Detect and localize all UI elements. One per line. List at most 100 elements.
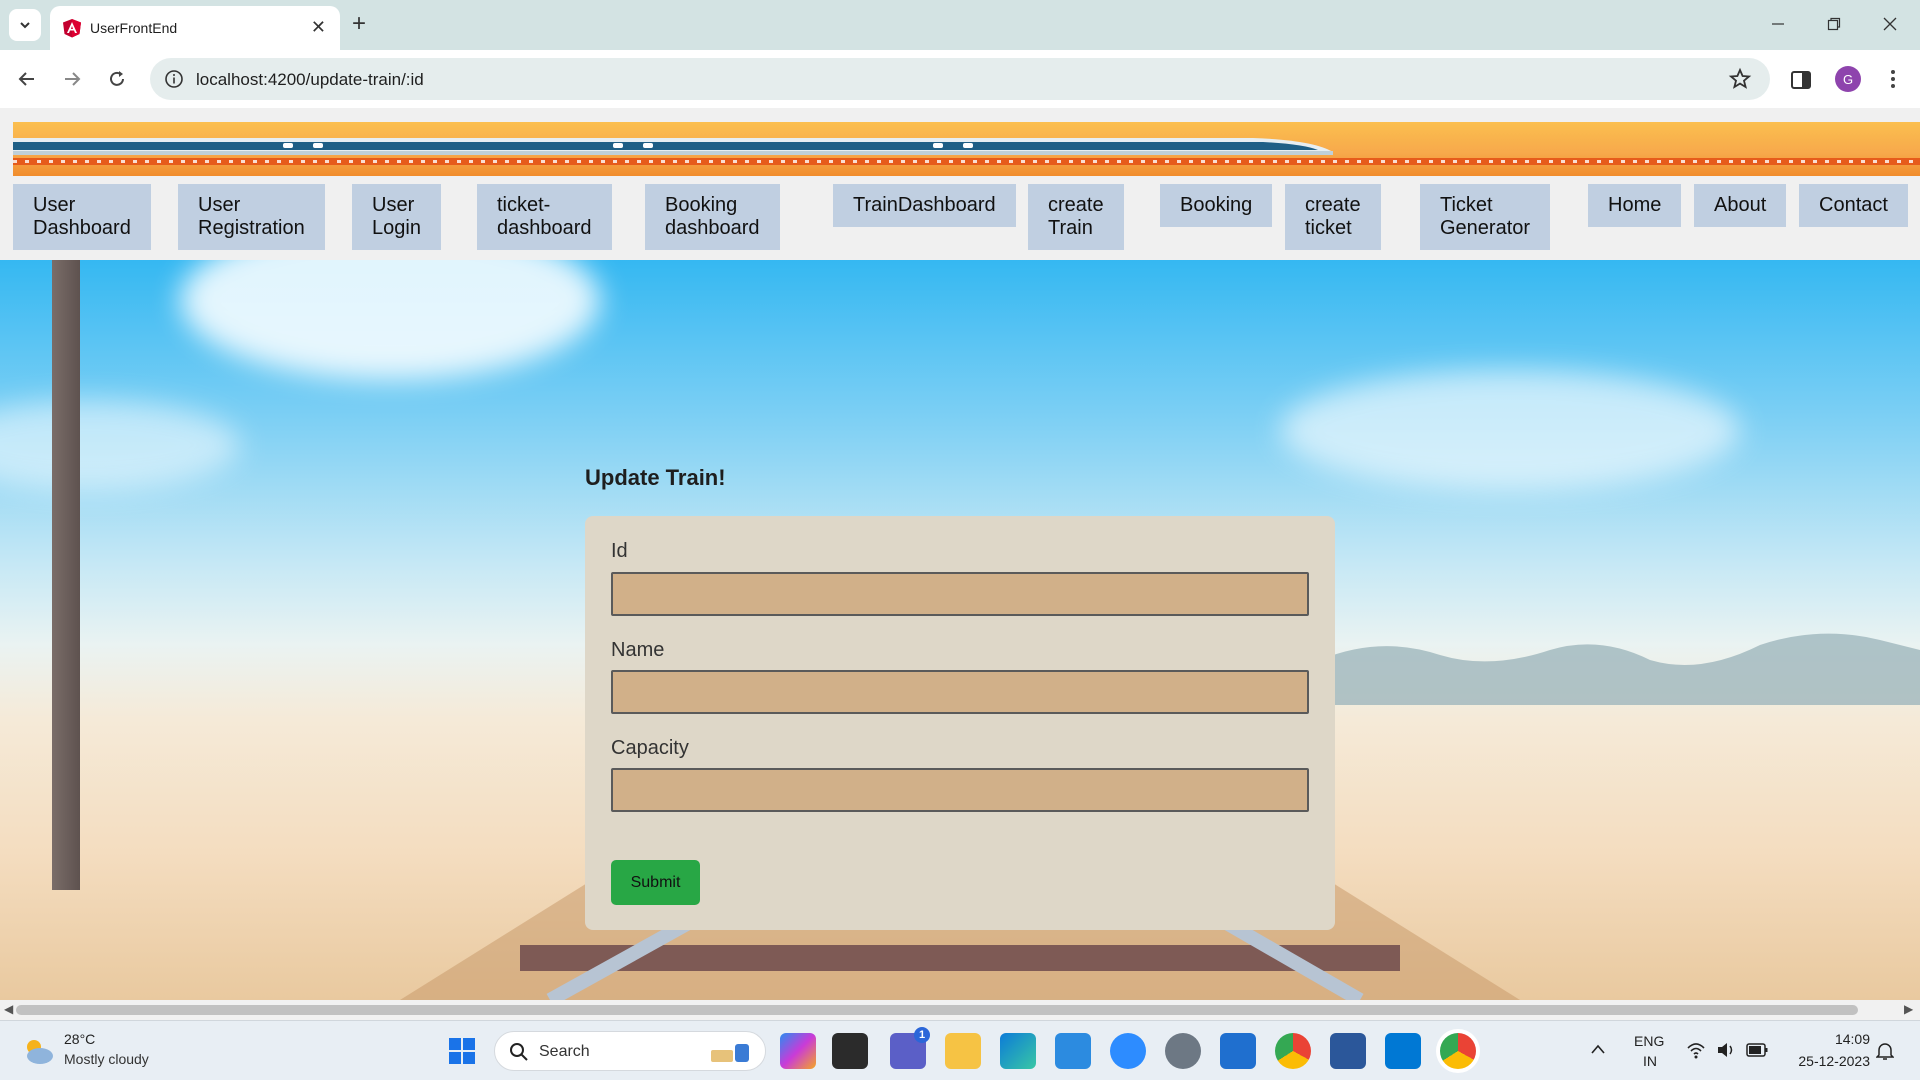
url-text[interactable]: localhost:4200/update-train/:id (196, 70, 424, 90)
weather-description[interactable]: Mostly cloudy (64, 1051, 149, 1067)
task-view-icon[interactable] (832, 1033, 868, 1069)
settings-gear-icon[interactable] (1165, 1033, 1201, 1069)
clock-time[interactable]: 14:09 (1810, 1031, 1870, 1047)
nav-booking-dashboard[interactable]: Booking dashboard (645, 184, 780, 250)
minimize-icon (1772, 23, 1784, 25)
name-input[interactable] (611, 670, 1309, 714)
nav-label: User Dashboard (33, 194, 131, 239)
tab-title: UserFrontEnd (90, 20, 178, 36)
close-icon (1883, 17, 1897, 31)
nav-label: TrainDashboard (853, 194, 996, 216)
nav-train-dashboard[interactable]: TrainDashboard (833, 184, 1016, 227)
main-navbar: User Dashboard User Registration User Lo… (0, 176, 1920, 270)
nav-contact[interactable]: Contact (1799, 184, 1908, 227)
close-window-button[interactable] (1870, 10, 1910, 38)
nav-booking[interactable]: Booking (1160, 184, 1273, 227)
browser-tab[interactable]: UserFrontEnd ✕ (50, 6, 340, 50)
back-button[interactable] (12, 64, 42, 94)
horizontal-scrollbar[interactable]: ◀ ▶ (0, 1000, 1920, 1020)
nav-label: Booking dashboard (665, 194, 760, 239)
search-highlight-icon (711, 1044, 749, 1062)
teams-badge: 1 (914, 1027, 930, 1043)
scrollbar-thumb[interactable] (16, 1005, 1858, 1015)
reload-icon (110, 71, 124, 86)
side-panel-icon[interactable] (1789, 68, 1813, 92)
nav-user-dashboard[interactable]: User Dashboard (13, 184, 151, 250)
close-tab-icon[interactable]: ✕ (311, 17, 326, 37)
battery-icon[interactable] (1746, 1043, 1768, 1057)
language-region[interactable]: IN (1643, 1053, 1657, 1069)
browser-tab-strip: UserFrontEnd ✕ + (0, 0, 1920, 50)
chrome-profile-icon[interactable] (1440, 1033, 1476, 1069)
capacity-label: Capacity (611, 737, 689, 759)
nav-label: User Login (372, 194, 421, 239)
myhp-icon[interactable] (1055, 1033, 1091, 1069)
id-input[interactable] (611, 572, 1309, 616)
id-label: Id (611, 540, 628, 562)
submit-button[interactable]: Submit (611, 860, 700, 905)
arrow-left-icon (18, 72, 34, 86)
windows-start-icon[interactable] (444, 1033, 480, 1069)
chevron-up-icon[interactable] (1590, 1043, 1606, 1055)
minimize-button[interactable] (1758, 10, 1798, 38)
zoom-icon[interactable] (1110, 1033, 1146, 1069)
new-tab-button[interactable]: + (352, 10, 366, 38)
nav-ticket-dashboard[interactable]: ticket- dashboard (477, 184, 612, 250)
wifi-icon[interactable] (1686, 1041, 1706, 1059)
weather-temperature[interactable]: 28°C (64, 1031, 95, 1047)
nav-create-ticket[interactable]: create ticket (1285, 184, 1381, 250)
language-indicator[interactable]: ENG (1634, 1033, 1664, 1049)
word-icon[interactable] (1330, 1033, 1366, 1069)
pole-image (52, 260, 80, 890)
nav-label: create Train (1048, 194, 1104, 239)
tab-search-button[interactable] (9, 9, 41, 41)
nav-label: create ticket (1305, 194, 1361, 239)
mountains-image (1320, 633, 1920, 705)
nav-label: Home (1608, 194, 1662, 216)
copilot-icon[interactable] (780, 1033, 816, 1069)
nav-label: Booking (1180, 194, 1253, 216)
nav-label: Contact (1819, 194, 1888, 216)
chrome-icon[interactable] (1275, 1033, 1311, 1069)
teams-icon[interactable]: 1 (890, 1027, 930, 1069)
notification-bell-icon[interactable] (1876, 1041, 1894, 1061)
capacity-input[interactable] (611, 768, 1309, 812)
browser-toolbar: localhost:4200/update-train/:id G (0, 50, 1920, 108)
clock-date[interactable]: 25-12-2023 (1786, 1053, 1870, 1069)
address-bar[interactable]: localhost:4200/update-train/:id (150, 58, 1770, 100)
reload-button[interactable] (102, 64, 132, 94)
arrow-right-icon (65, 72, 81, 86)
bookmark-star-icon[interactable] (1728, 67, 1752, 91)
site-info-icon[interactable] (164, 69, 184, 89)
angular-logo-icon (63, 19, 81, 38)
page-title: Update Train! (585, 465, 726, 490)
search-label: Search (539, 1043, 590, 1060)
weather-cloud-icon[interactable] (20, 1035, 56, 1067)
file-explorer-icon[interactable] (945, 1033, 981, 1069)
browser-menu-icon[interactable] (1880, 66, 1906, 92)
microsoft-store-icon[interactable] (1220, 1033, 1256, 1069)
volume-icon[interactable] (1716, 1041, 1736, 1059)
nav-create-train[interactable]: create Train (1028, 184, 1124, 250)
vscode-icon[interactable] (1385, 1033, 1421, 1069)
nav-about[interactable]: About (1694, 184, 1787, 227)
restore-button[interactable] (1814, 10, 1854, 38)
nav-user-login[interactable]: User Login (352, 184, 441, 250)
chevron-down-icon (20, 22, 30, 29)
edge-browser-icon[interactable] (1000, 1033, 1036, 1069)
forward-button[interactable] (57, 64, 87, 94)
taskbar-search[interactable]: Search (494, 1031, 766, 1071)
name-label: Name (611, 639, 665, 661)
nav-label: ticket- dashboard (497, 194, 592, 239)
nav-user-registration[interactable]: User Registration (178, 184, 325, 250)
search-icon (510, 1043, 528, 1061)
nav-label: About (1714, 194, 1767, 216)
nav-ticket-generator[interactable]: Ticket Generator (1420, 184, 1551, 250)
update-train-form: Id Name Capacity Submit (585, 516, 1335, 930)
nav-home[interactable]: Home (1588, 184, 1682, 227)
scroll-left-icon[interactable]: ◀ (4, 1002, 13, 1016)
train-banner-image (13, 122, 1920, 178)
scroll-right-icon[interactable]: ▶ (1904, 1002, 1913, 1016)
profile-avatar[interactable]: G (1835, 66, 1861, 92)
restore-icon (1827, 17, 1841, 31)
